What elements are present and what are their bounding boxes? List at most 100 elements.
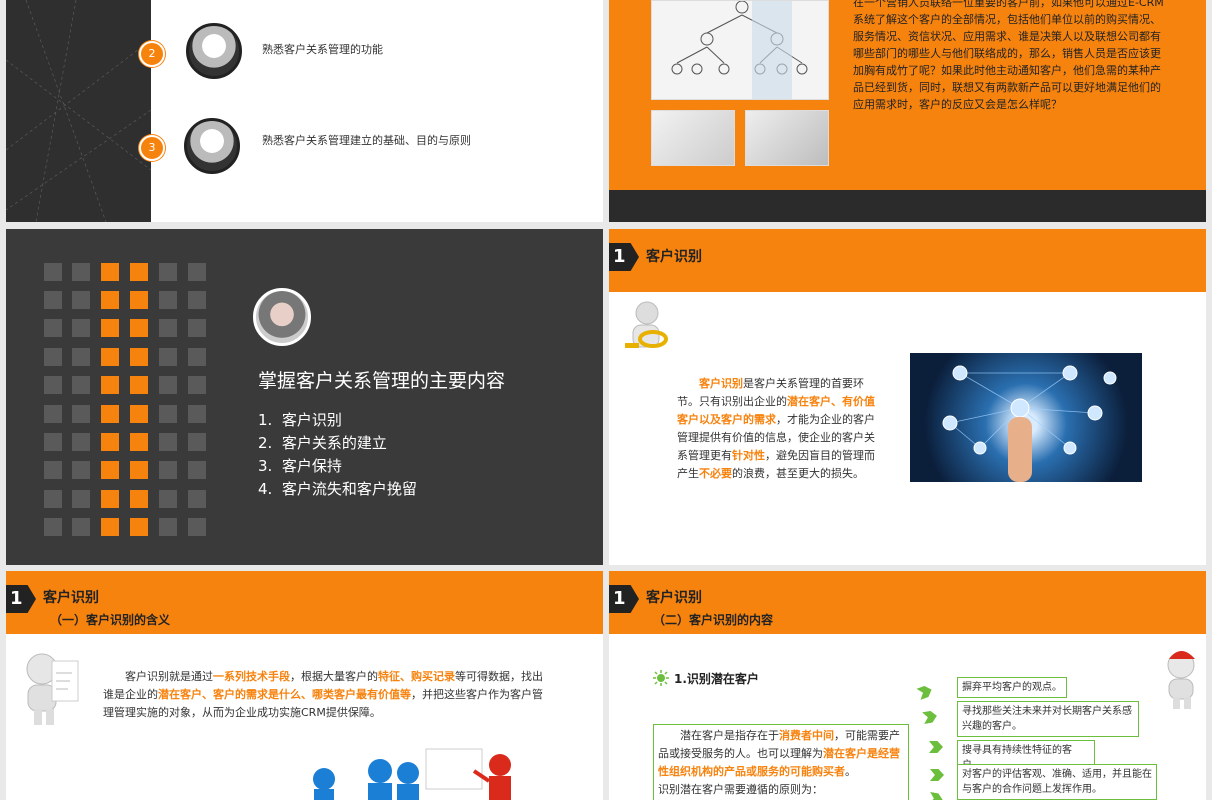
- grid-square: [159, 263, 177, 281]
- grid-square: [101, 518, 119, 536]
- grid-square: [188, 376, 206, 394]
- grid-square: [159, 291, 177, 309]
- principle-callout: 对客户的评估客观、准确、适用，并且能在与客户的合作问题上发挥作用。: [957, 764, 1157, 800]
- thinking-figure-icon: [12, 651, 90, 727]
- grid-square: [72, 319, 90, 337]
- grid-square: [101, 319, 119, 337]
- square-grid-decoration: [6, 229, 236, 565]
- slide-2[interactable]: 在一个营销人员联络一位重要的客户前，如果他可以通过E-CRM系统了解这个客户的全…: [609, 0, 1206, 222]
- grid-square: [72, 348, 90, 366]
- grid-square: [72, 518, 90, 536]
- grid-square: [44, 461, 62, 479]
- content-list: 1. 客户识别 2. 客户关系的建立 3. 客户保持 4. 客户流失和客户挽留: [258, 409, 417, 501]
- grid-square: [130, 490, 148, 508]
- grid-square: [44, 348, 62, 366]
- grid-square: [44, 263, 62, 281]
- grid-square: [72, 433, 90, 451]
- grid-square: [72, 263, 90, 281]
- section-title: 客户识别: [646, 249, 702, 265]
- grid-square: [159, 348, 177, 366]
- grid-square: [101, 490, 119, 508]
- case-paragraph: 在一个营销人员联络一位重要的客户前，如果他可以通过E-CRM系统了解这个客户的全…: [853, 0, 1164, 111]
- grid-square: [44, 518, 62, 536]
- item-number-badge: 2: [139, 41, 165, 67]
- arrow-right-icon: [928, 792, 944, 800]
- line-pattern: [6, 0, 152, 222]
- slide-title: 掌握客户关系管理的主要内容: [258, 370, 506, 392]
- grid-square: [188, 405, 206, 423]
- grid-square: [44, 490, 62, 508]
- grid-square: [130, 461, 148, 479]
- grid-square: [72, 461, 90, 479]
- item-text: 熟悉客户关系管理建立的基础、目的与原则: [262, 134, 471, 147]
- section-subtitle: （二）客户识别的内容: [653, 613, 774, 627]
- dark-footer-band: [609, 190, 1206, 222]
- grid-square: [44, 376, 62, 394]
- grid-square: [72, 490, 90, 508]
- grid-square: [188, 433, 206, 451]
- grid-square: [72, 376, 90, 394]
- content-heading: 1.识别潜在客户: [674, 672, 759, 686]
- arrow-right-icon: [930, 769, 944, 781]
- grid-square: [188, 518, 206, 536]
- network-touch-photo: [910, 353, 1142, 482]
- list-item: 1. 客户识别: [258, 411, 342, 429]
- grid-square: [130, 376, 148, 394]
- grid-square: [72, 405, 90, 423]
- grid-square: [130, 433, 148, 451]
- grid-square: [130, 263, 148, 281]
- list-item: 4. 客户流失和客户挽留: [258, 480, 417, 498]
- item-number-badge: 3: [139, 135, 165, 161]
- grid-square: [159, 405, 177, 423]
- list-item: 2. 客户关系的建立: [258, 434, 387, 452]
- grid-square: [44, 433, 62, 451]
- slide-5[interactable]: 1 客户识别 （一）客户识别的含义 客户识别就是通过一系列技术手段，根据大量客户…: [6, 571, 603, 800]
- hand-figures-photo: [651, 110, 735, 166]
- dark-side-panel: [6, 0, 152, 222]
- potential-customer-box: 潜在客户是指存在于消费者中间，可能需要产品或接受服务的人。也可以理解为潜在客户是…: [653, 724, 909, 800]
- grid-square: [159, 376, 177, 394]
- meeting-photo: [253, 288, 311, 346]
- grid-square: [101, 263, 119, 281]
- team-photo: [186, 23, 242, 79]
- list-item: 3. 客户保持: [258, 457, 342, 475]
- figure-with-red-cap-icon: [1157, 647, 1203, 711]
- arrow-right-icon: [922, 710, 938, 724]
- grid-square: [130, 291, 148, 309]
- grid-square: [159, 490, 177, 508]
- grid-square: [44, 291, 62, 309]
- section-subtitle: （一）客户识别的含义: [50, 613, 171, 627]
- slide-3[interactable]: 掌握客户关系管理的主要内容 1. 客户识别 2. 客户关系的建立 3. 客户保持…: [6, 229, 603, 565]
- slide-6[interactable]: 1 客户识别 （二）客户识别的内容 1.识别潜在客户 潜在客户是指存在于消费者中…: [609, 571, 1206, 800]
- item-text: 熟悉客户关系管理的功能: [262, 43, 383, 56]
- grid-square: [130, 405, 148, 423]
- sun-icon: [653, 670, 669, 686]
- slide-4[interactable]: 1 客户识别 客户识别是客户关系管理的首要环节。只有识别出企业的潜在客户、有价值…: [609, 229, 1206, 565]
- grid-square: [101, 291, 119, 309]
- principle-callout: 寻找那些关注未来并对长期客户关系感兴趣的客户。: [957, 701, 1139, 737]
- grid-square: [188, 348, 206, 366]
- arrow-right-icon: [929, 741, 943, 753]
- grid-square: [72, 291, 90, 309]
- magnifier-figure-icon: [619, 299, 671, 361]
- grid-square: [159, 433, 177, 451]
- team-figures-illustration: [306, 743, 526, 800]
- handshake-photo: [184, 118, 240, 174]
- grid-square: [101, 348, 119, 366]
- grid-square: [188, 461, 206, 479]
- grid-square: [101, 433, 119, 451]
- grid-square: [44, 319, 62, 337]
- section-title: 客户识别: [43, 590, 99, 606]
- grid-square: [44, 405, 62, 423]
- grid-square: [130, 518, 148, 536]
- grid-square: [101, 376, 119, 394]
- grid-square: [101, 405, 119, 423]
- definition-paragraph: 客户识别就是通过一系列技术手段，根据大量客户的特征、购买记录等可得数据，找出谁是…: [103, 670, 543, 719]
- network-diagram-photo: [651, 0, 829, 100]
- grid-square: [188, 263, 206, 281]
- grid-square: [101, 461, 119, 479]
- grid-square: [188, 319, 206, 337]
- slide-1[interactable]: 2 熟悉客户关系管理的功能 3 熟悉客户关系管理建立的基础、目的与原则: [6, 0, 603, 222]
- grid-square: [159, 518, 177, 536]
- section-title: 客户识别: [646, 590, 702, 606]
